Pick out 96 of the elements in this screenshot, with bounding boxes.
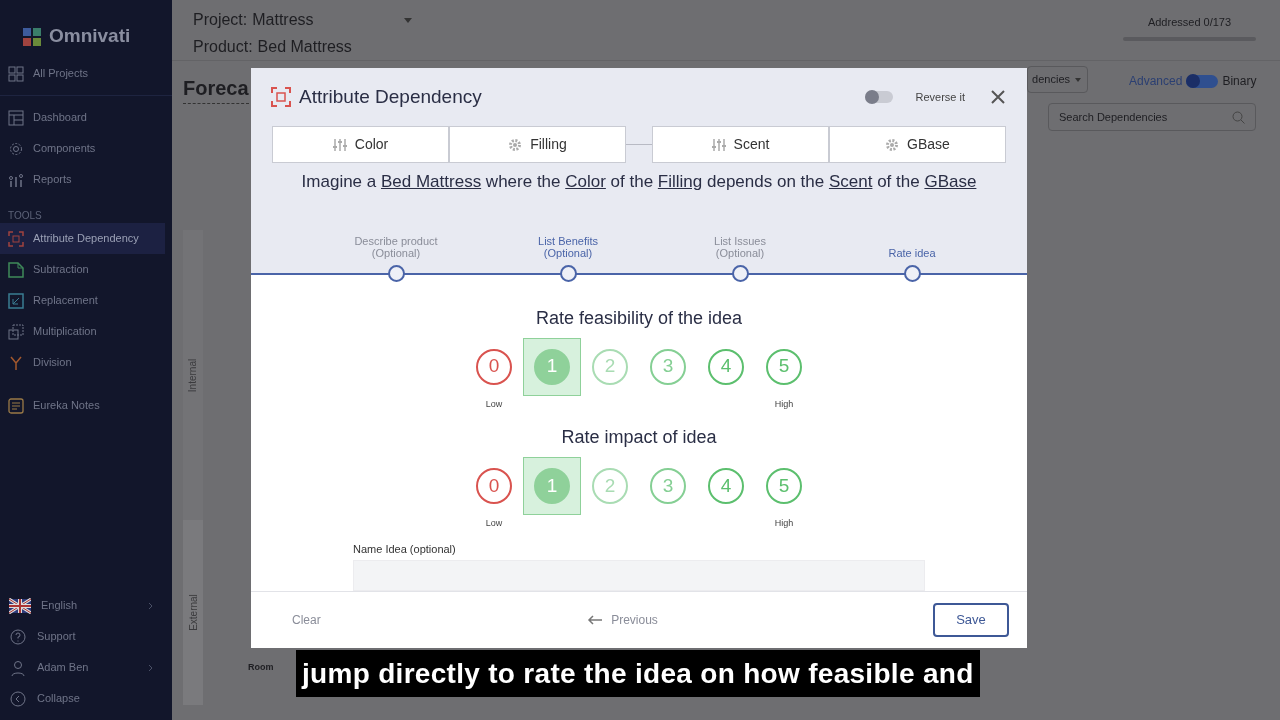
sidebar-item[interactable]: Division [0,347,165,378]
sentence-link[interactable]: GBase [924,172,977,191]
gear-icon [885,137,900,152]
rating-option[interactable]: 4 [697,337,755,396]
user-icon [9,659,27,676]
step-marker[interactable] [903,264,921,282]
scale-label: Low [485,397,503,411]
project-label: Project: [193,10,248,30]
sentence-link[interactable]: Color [565,172,606,191]
sliders-icon [711,137,726,152]
dashboard-icon [8,109,24,126]
fork-icon [8,354,24,371]
sidebar-item[interactable]: Dashboard [0,102,165,133]
rating-option[interactable]: 4 [697,457,755,515]
notes-icon [8,397,24,414]
project-dropdown[interactable]: Mattress [252,8,412,32]
toggle-label: Reverse it [915,89,965,105]
side-label: External [186,594,200,631]
caret-icon [403,17,412,23]
attribute-button[interactable]: Color [272,126,449,163]
settings-icon [8,140,24,157]
search-icon [1232,110,1245,124]
sidebar-item[interactable]: English [0,590,172,621]
copy-icon [8,323,24,340]
sidebar-item[interactable]: Adam Ben [0,652,172,683]
mode-toggle[interactable] [1186,74,1219,88]
scale-label: High [774,397,794,411]
mode-label: Advanced [1129,73,1183,90]
page-icon [8,261,24,278]
sidebar-item[interactable]: Attribute Dependency [0,223,165,254]
swap-icon [8,292,24,309]
product-label: Product: [193,37,253,57]
step-marker[interactable] [387,264,405,282]
step-marker[interactable] [559,264,577,282]
attribute-button[interactable]: Scent [652,126,829,163]
focus-icon [8,230,24,247]
clear-button[interactable]: Clear [292,611,412,629]
sentence-link[interactable]: Filling [657,172,703,191]
help-icon [9,628,27,645]
dialog-title: Attribute Dependency [299,84,482,109]
flag-icon [9,597,31,614]
product-value: Bed Mattress [257,37,352,57]
sidebar-item[interactable]: Replacement [0,285,165,316]
field-label: Name Idea (optional) [353,541,457,557]
row-label: Room [248,661,274,674]
save-button[interactable]: Save [933,603,1009,637]
rating-title: Rate feasibility of the idea [535,306,743,330]
collapse-icon [9,690,27,707]
attribute-button[interactable]: Filling [449,126,626,163]
section-heading: TOOLS [7,208,43,223]
video-caption: jump directly to rate the idea on how feasible and [296,650,980,697]
arrow-left-icon [587,615,604,625]
sidebar-item[interactable]: Collapse [0,683,172,714]
search-field[interactable]: Search Dependencies [1048,103,1256,131]
side-label: Internal [186,358,200,392]
rating-option[interactable]: 5 [755,337,813,396]
chevron-icon [148,663,154,672]
sentence-link[interactable]: Scent [828,172,873,191]
step-label[interactable]: List Issues (Optional) [714,234,766,259]
previous-button[interactable]: Previous [587,611,658,629]
chart-icon [8,171,24,188]
grid-icon [8,65,24,82]
sidebar-item[interactable]: Support [0,621,172,652]
mode-label: Binary [1222,73,1257,90]
chevron-icon [148,601,154,610]
sidebar-item[interactable]: Reports [0,164,165,195]
step-label[interactable]: Describe product (Optional) [354,234,438,259]
close-button[interactable] [989,88,1007,106]
rating-option[interactable]: 5 [755,457,813,515]
focus-icon [271,87,291,107]
scale-label: Low [485,517,503,530]
rating-title: Rate impact of idea [561,426,717,449]
name-field[interactable] [353,560,925,591]
caret-icon [1075,77,1081,82]
logo-icon [23,27,41,46]
sentence-link[interactable]: Bed Mattress [381,172,482,191]
sidebar-item[interactable]: Components [0,133,165,164]
attribute-button[interactable]: GBase [829,126,1006,163]
reverse-toggle[interactable] [865,91,894,103]
logo-text: Omnivati [49,24,131,49]
gear-icon [508,137,523,152]
sentence-text: Imagine a Bed Mattress where the Color of the Filling depends on the Scent of the GBase [300,171,978,193]
step-label[interactable]: Rate idea [888,246,936,259]
rating-option[interactable]: 0 [465,337,523,396]
sidebar-item[interactable]: Eureka Notes [0,390,165,421]
page-title: Foreca [183,73,249,104]
rating-option[interactable]: 0 [465,457,523,515]
scale-label: High [774,517,794,530]
sidebar-item[interactable]: Multiplication [0,316,165,347]
progress-label: Addressed 0/173 [1147,15,1232,30]
sliders-icon [332,137,347,152]
step-label[interactable]: List Benefits (Optional) [538,234,598,259]
sidebar-item[interactable]: All Projects [0,58,165,89]
close-icon [991,90,1005,104]
step-marker[interactable] [731,264,749,282]
sidebar-item[interactable]: Subtraction [0,254,165,285]
